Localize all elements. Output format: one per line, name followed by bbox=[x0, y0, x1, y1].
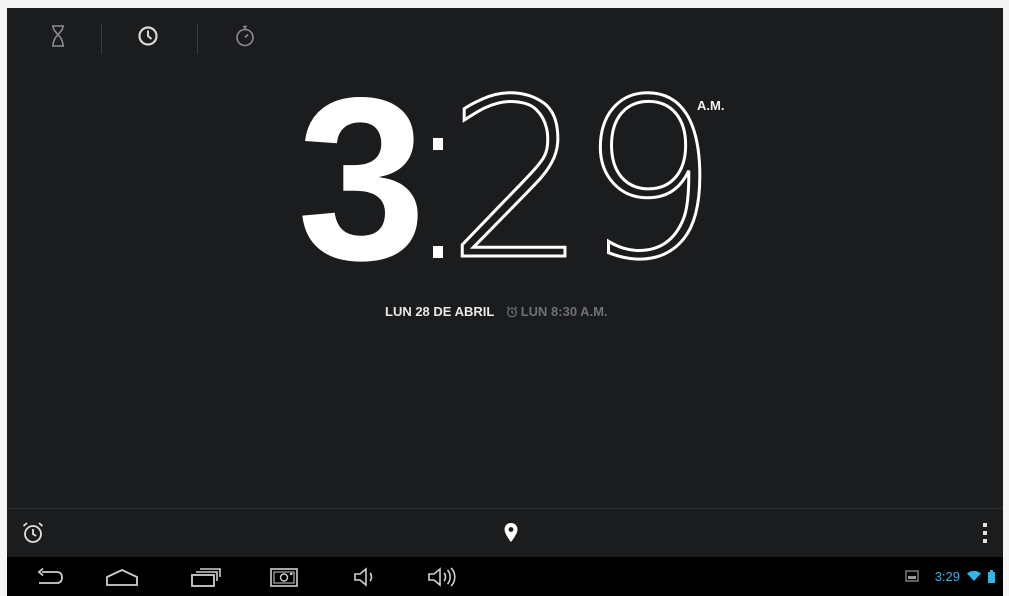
battery-icon bbox=[988, 569, 995, 583]
overflow-menu-icon bbox=[983, 523, 987, 543]
back-button[interactable] bbox=[27, 561, 73, 593]
action-bar bbox=[7, 508, 1003, 557]
screenshot-icon bbox=[270, 568, 298, 587]
next-alarm: LUN 8:30 A.M. bbox=[506, 304, 608, 319]
clock-ampm: A.M. bbox=[697, 98, 725, 113]
digital-clock: 3 29 A.M. LUN 28 DE ABRIL LUN 8:30 A.M. bbox=[7, 8, 1003, 338]
screenshot-button[interactable] bbox=[261, 561, 307, 593]
status-area[interactable]: 3:29 bbox=[905, 566, 995, 586]
date-line: LUN 28 DE ABRIL LUN 8:30 A.M. bbox=[385, 304, 608, 319]
volume-down-button[interactable] bbox=[343, 561, 389, 593]
recents-button[interactable] bbox=[183, 561, 229, 593]
alarm-clock-icon bbox=[506, 306, 518, 318]
screenshot-notification-icon bbox=[905, 570, 919, 582]
volume-up-button[interactable] bbox=[419, 561, 465, 593]
wifi-icon bbox=[967, 570, 981, 581]
clock-hour: 3 bbox=[297, 50, 426, 309]
overflow-menu-button[interactable] bbox=[967, 515, 1003, 551]
clock-colon bbox=[431, 138, 445, 258]
recents-icon bbox=[191, 568, 221, 587]
home-icon bbox=[106, 569, 138, 586]
system-nav-bar: 3:29 bbox=[7, 557, 1003, 596]
clock-minutes: 29 bbox=[446, 52, 721, 308]
home-button[interactable] bbox=[99, 561, 145, 593]
back-icon bbox=[37, 567, 63, 584]
alarms-button[interactable] bbox=[15, 515, 51, 551]
status-time: 3:29 bbox=[934, 568, 960, 584]
location-pin-icon bbox=[504, 523, 518, 542]
volume-down-icon bbox=[354, 567, 373, 587]
volume-up-icon bbox=[428, 567, 456, 587]
next-alarm-text: LUN 8:30 A.M. bbox=[520, 304, 608, 319]
alarm-clock-icon bbox=[22, 522, 44, 543]
clock-app-screen: 3 29 A.M. LUN 28 DE ABRIL LUN 8:30 A.M. bbox=[7, 8, 1003, 596]
date-text: LUN 28 DE ABRIL bbox=[385, 304, 495, 319]
cities-button[interactable] bbox=[493, 515, 529, 551]
